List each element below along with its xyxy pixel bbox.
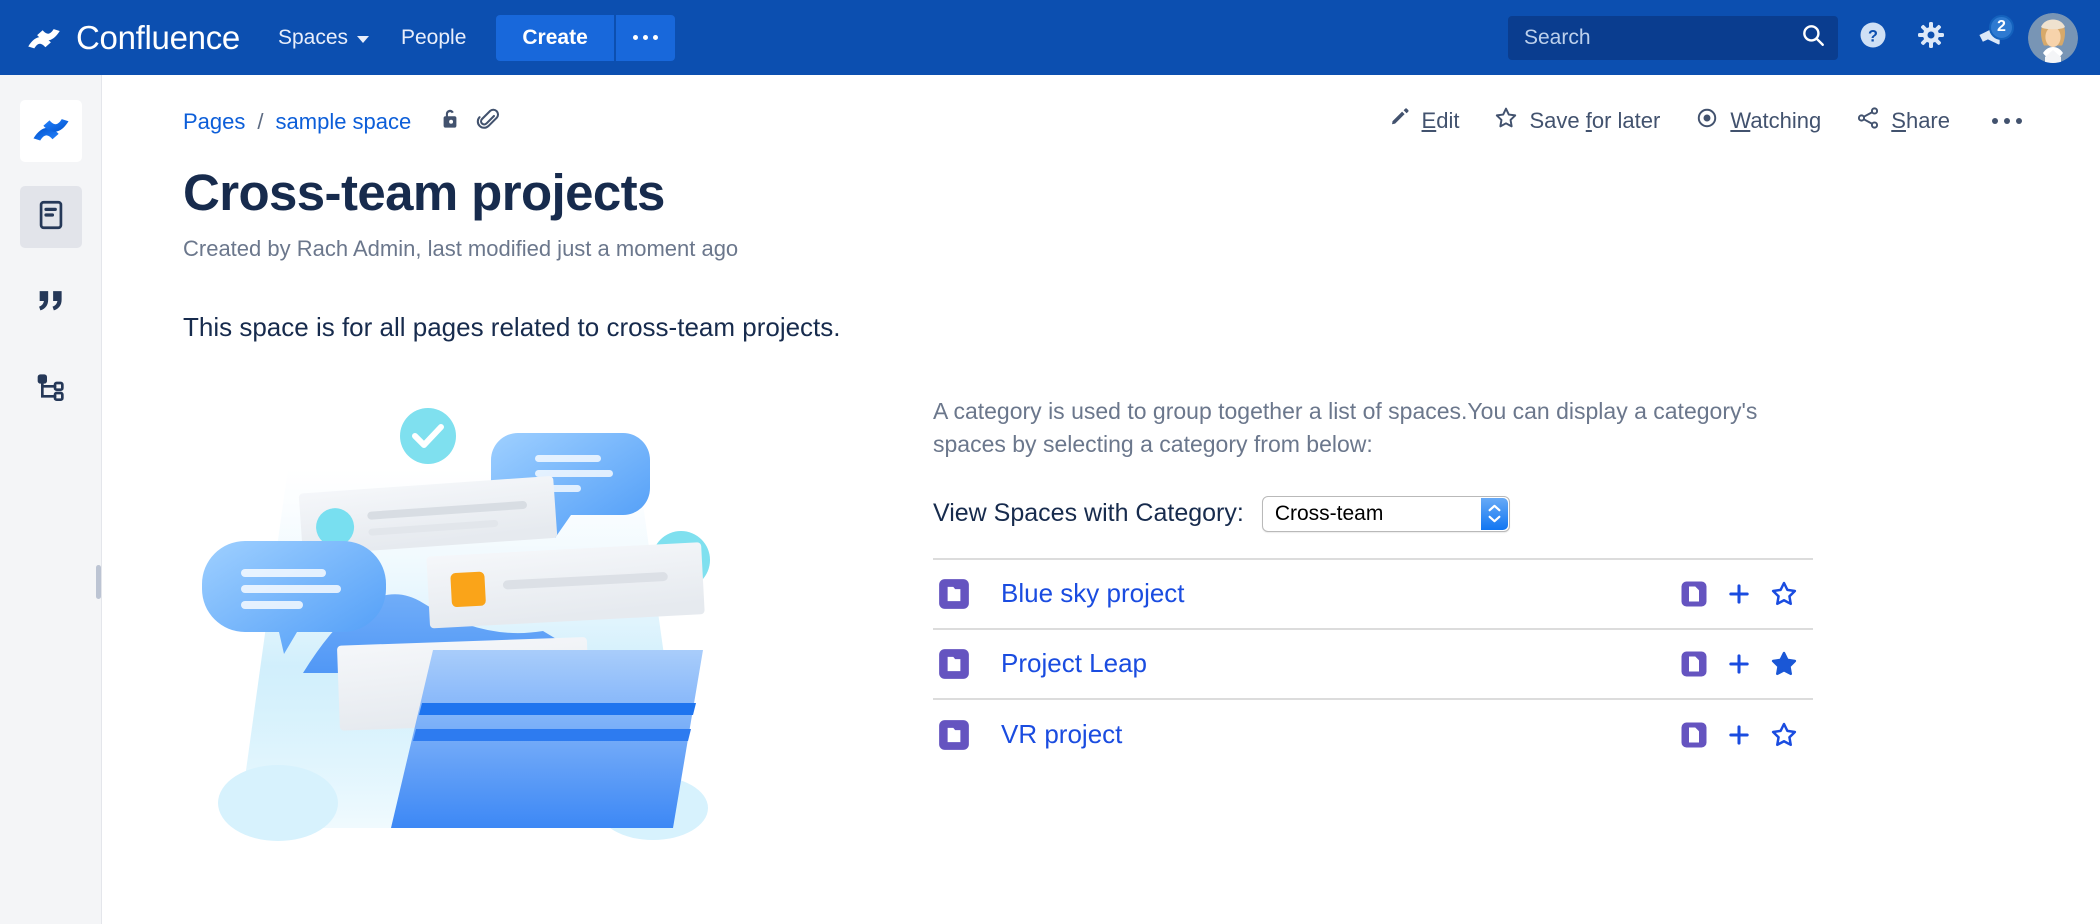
table-row: Project Leap [933,630,1813,700]
nav-item-spaces-label: Spaces [278,26,348,50]
nav-item-spaces[interactable]: Spaces [262,16,385,60]
page-icon[interactable] [1679,579,1709,609]
space-link[interactable]: Blue sky project [1001,578,1185,609]
plus-icon[interactable] [1725,721,1753,749]
chevron-down-icon [357,36,369,43]
watching-button[interactable]: Watching [1694,105,1821,137]
star-outline-icon[interactable] [1769,720,1799,750]
page-metadata: Created by Rach Admin, last modified jus… [183,236,2040,262]
search-input[interactable] [1524,26,1774,50]
save-for-later-button-label: Save for later [1529,108,1660,134]
sidebar-item-confluence-home[interactable] [20,100,82,162]
avatar[interactable] [2028,13,2078,63]
nav-item-people-label: People [401,26,466,50]
ellipsis-icon [1992,118,2022,124]
breadcrumb-separator: / [257,109,263,135]
illustration-column [183,373,883,843]
space-folder-icon[interactable] [937,718,971,752]
star-filled-icon[interactable] [1769,649,1799,679]
pencil-icon [1388,106,1412,136]
confluence-logo-icon [31,109,71,154]
star-outline-icon [1493,105,1519,137]
table-row: Blue sky project [933,560,1813,630]
brand-name: Confluence [76,21,240,54]
left-sidebar-rail [0,75,102,924]
star-outline-icon[interactable] [1769,579,1799,609]
save-for-later-button[interactable]: Save for later [1493,105,1660,137]
create-button-group: Create [496,15,674,61]
category-description: A category is used to group together a l… [933,395,1833,462]
page-icon[interactable] [1679,720,1709,750]
top-navigation-bar: Confluence Spaces People Create ? [0,0,2100,75]
row-actions [1679,649,1799,679]
svg-text:?: ? [1868,28,1878,46]
watching-button-label: Watching [1730,108,1821,134]
space-documents-illustration [183,373,883,843]
sidebar-item-blog[interactable] [20,272,82,334]
category-select-wrapper[interactable]: Cross-team [1262,496,1510,532]
share-icon [1855,105,1881,137]
restrictions-button[interactable] [437,105,463,139]
edit-button-label: Edit [1422,108,1460,134]
plus-icon[interactable] [1725,580,1753,608]
create-more-button[interactable] [616,15,675,61]
sitemap-icon [35,371,67,408]
help-button[interactable]: ? [1848,13,1898,63]
gear-icon [1916,20,1946,55]
breadcrumb: Pages / sample space [183,105,501,139]
attachments-button[interactable] [475,105,501,139]
create-button[interactable]: Create [496,15,615,61]
nav-item-people[interactable]: People [385,16,482,60]
settings-button[interactable] [1906,13,1956,63]
space-link[interactable]: Project Leap [1001,648,1147,679]
unlock-icon [437,105,463,139]
nav-icon-group: ? 2 [1848,13,2078,63]
page-header: Pages / sample space [183,105,2040,139]
category-select-label: View Spaces with Category: [933,499,1244,528]
space-list: Blue sky project [933,558,1813,770]
content-columns: A category is used to group together a l… [183,373,2040,843]
category-select[interactable]: Cross-team [1263,497,1509,531]
table-row: VR project [933,700,1813,770]
category-select-row: View Spaces with Category: Cross-team [933,496,1833,532]
quote-icon [34,284,68,323]
row-actions [1679,720,1799,750]
breadcrumb-pages-link[interactable]: Pages [183,109,245,135]
page-actions: Edit Save for later Watching [1388,105,2040,137]
help-circle-icon: ? [1858,20,1888,55]
sidebar-item-page-tree[interactable] [20,358,82,420]
notifications-button[interactable]: 2 [1964,13,2014,63]
edit-button[interactable]: Edit [1388,106,1460,136]
confluence-logo-icon [26,20,62,56]
category-panel: A category is used to group together a l… [933,373,1833,843]
space-folder-icon[interactable] [937,647,971,681]
page-icon[interactable] [1679,649,1709,679]
notifications-badge: 2 [1989,15,2014,40]
sidebar-item-pages[interactable] [20,186,82,248]
page-title: Cross-team projects [183,163,2040,222]
breadcrumb-space-link[interactable]: sample space [276,109,412,135]
share-button-label: Share [1891,108,1950,134]
main-content: Pages / sample space [103,75,2100,924]
page-actions-more-button[interactable] [1984,118,2022,124]
search-box[interactable] [1508,16,1838,60]
paperclip-icon [475,105,501,139]
search-icon[interactable] [1800,22,1826,53]
row-actions [1679,579,1799,609]
ellipsis-icon [633,35,658,40]
space-folder-icon[interactable] [937,577,971,611]
plus-icon[interactable] [1725,650,1753,678]
eye-icon [1694,105,1720,137]
share-button[interactable]: Share [1855,105,1950,137]
space-link[interactable]: VR project [1001,719,1122,750]
page-document-icon [34,198,68,237]
page-body-text: This space is for all pages related to c… [183,312,2040,343]
user-avatar-icon [2028,13,2078,63]
grip-handle-icon [96,565,101,599]
brand-home-link[interactable]: Confluence [26,20,240,56]
